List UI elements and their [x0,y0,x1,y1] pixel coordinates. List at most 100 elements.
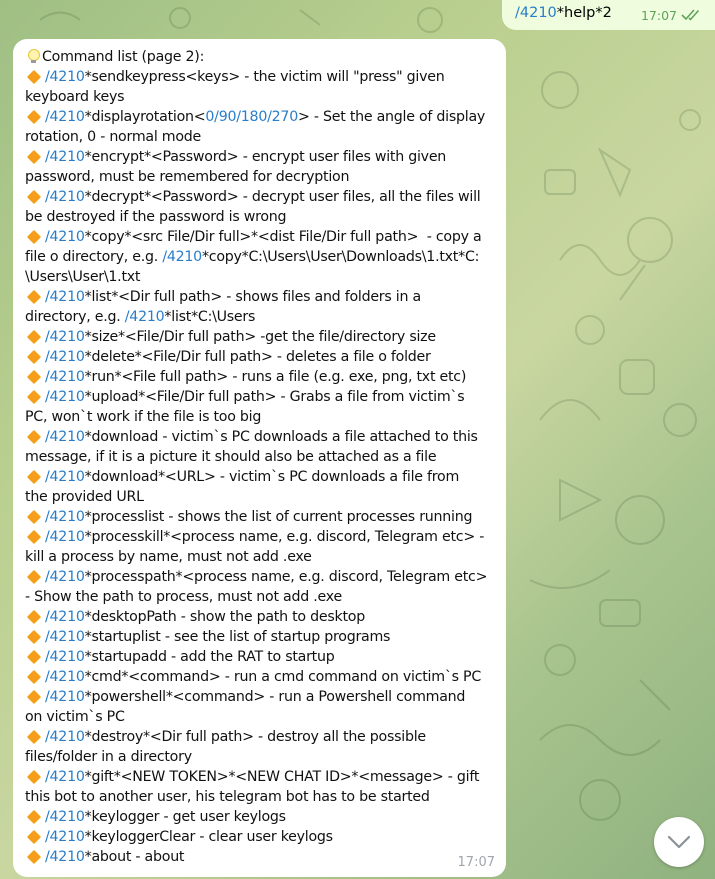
command-link[interactable]: /4210 [45,729,85,745]
command-link[interactable]: /4210 [45,469,85,485]
command-link[interactable]: /4210 [45,689,85,705]
outgoing-message-text: *help*2 [556,5,612,21]
message-text: *processlist - shows the list of current… [84,509,473,525]
message-text: - Show the path to process, must not add… [25,589,342,605]
message-line: - Show the path to process, must not add… [25,587,498,607]
command-link[interactable]: /4210 [45,69,85,85]
message-line: /4210*decrypt*<Password> - decrypt user … [25,187,498,207]
message-line: /4210*gift*<NEW TOKEN>*<NEW CHAT ID>*<me… [25,767,498,787]
message-line: /4210*cmd*<command> - run a cmd command … [25,667,498,687]
command-link[interactable]: /4210 [45,669,85,685]
message-line: /4210*copy*<src File/Dir full>*<dist Fil… [25,227,498,247]
message-line: on victim`s PC [25,707,498,727]
orange-diamond-icon [26,529,42,544]
orange-diamond-icon [26,229,42,244]
command-link[interactable]: /4210 [45,429,85,445]
message-text: *cmd*<command> - run a cmd command on vi… [84,669,482,685]
message-text: on victim`s PC [25,709,125,725]
message-line: /4210*processlist - shows the list of cu… [25,507,498,527]
command-link[interactable]: /4210 [45,189,85,205]
orange-diamond-icon [26,809,42,824]
incoming-time: 17:07 [457,855,495,870]
scroll-down-button[interactable] [654,817,704,867]
incoming-message: Command list (page 2):/4210*sendkeypress… [13,39,506,877]
command-link[interactable]: /4210 [515,5,557,21]
orange-diamond-icon [26,649,42,664]
command-link[interactable]: /4210 [45,809,85,825]
command-link[interactable]: /4210 [45,649,85,665]
chevron-down-icon [667,835,691,849]
message-text: *copy*C:\Users\User\Downloads\1.txt*C: [201,249,480,265]
message-text: *list*C:\Users [164,309,256,325]
message-line: rotation, 0 - normal mode [25,127,498,147]
message-line: directory, e.g. /4210*list*C:\Users [25,307,498,327]
message-line: be destroyed if the password is wrong [25,207,498,227]
command-link[interactable]: /4210 [45,369,85,385]
message-line: the provided URL [25,487,498,507]
message-text: this bot to another user, his telegram b… [25,789,430,805]
message-line: /4210*run*<File full path> - runs a file… [25,367,498,387]
message-line: PC, won`t work if the file is too big [25,407,498,427]
message-line: /4210*about - about [25,847,498,867]
command-link[interactable]: /4210 [45,349,85,365]
command-link[interactable]: /4210 [162,249,202,265]
orange-diamond-icon [26,569,42,584]
message-text: *upload*<File/Dir full path> - Grabs a f… [84,389,465,405]
message-line: /4210*processkill*<process name, e.g. di… [25,527,498,547]
message-text: *destroy*<Dir full path> - destroy all t… [84,729,427,745]
command-list: Command list (page 2):/4210*sendkeypress… [25,47,498,867]
orange-diamond-icon [26,149,42,164]
message-text: *run*<File full path> - runs a file (e.g… [84,369,467,385]
command-link[interactable]: /4210 [45,849,85,865]
message-text: *gift*<NEW TOKEN>*<NEW CHAT ID>*<message… [84,769,480,785]
message-text: *keyloggerClear - clear user keylogs [84,829,333,845]
command-link[interactable]: /4210 [45,769,85,785]
orange-diamond-icon [26,349,42,364]
orange-diamond-icon [26,669,42,684]
command-link[interactable]: /4210 [45,229,85,245]
command-link[interactable]: /4210 [45,509,85,525]
command-link[interactable]: /4210 [45,529,85,545]
message-line: /4210*processpath*<process name, e.g. di… [25,567,498,587]
message-line: /4210*list*<Dir full path> - shows files… [25,287,498,307]
command-link[interactable]: /4210 [45,389,85,405]
orange-diamond-icon [26,729,42,744]
message-line: /4210*download*<URL> - victim`s PC downl… [25,467,498,487]
message-line: kill a process by name, must not add .ex… [25,547,498,567]
command-link[interactable]: /4210 [125,309,165,325]
orange-diamond-icon [26,289,42,304]
command-link[interactable]: /4210 [45,629,85,645]
message-text: *startupadd - add the RAT to startup [84,649,335,665]
orange-diamond-icon [26,109,42,124]
message-text: kill a process by name, must not add .ex… [25,549,312,565]
message-text: *download*<URL> - victim`s PC downloads … [84,469,460,485]
command-link[interactable]: /4210 [45,569,85,585]
message-line: message, if it is a picture it should al… [25,447,498,467]
message-text: *processpath*<process name, e.g. discord… [84,569,488,585]
message-text: *delete*<File/Dir full path> - deletes a… [84,349,431,365]
message-line: /4210*startupadd - add the RAT to startu… [25,647,498,667]
command-link[interactable]: /4210 [45,609,85,625]
orange-diamond-icon [26,189,42,204]
message-line: /4210*sendkeypress<keys> - the victim wi… [25,67,498,87]
command-link[interactable]: /4210 [45,329,85,345]
message-line: file o directory, e.g. /4210*copy*C:\Use… [25,247,498,267]
message-text: *decrypt*<Password> - decrypt user files… [84,189,481,205]
message-line: /4210*destroy*<Dir full path> - destroy … [25,727,498,747]
message-text: > - Set the angle of display [297,109,486,125]
orange-diamond-icon [26,469,42,484]
message-text: *powershell*<command> - run a Powershell… [84,689,466,705]
double-check-icon [681,9,701,25]
command-link[interactable]: /4210 [45,829,85,845]
command-link[interactable]: /4210 [45,109,85,125]
message-line: password, must be remembered for decrypt… [25,167,498,187]
orange-diamond-icon [26,369,42,384]
message-text: *list*<Dir full path> - shows files and … [84,289,422,305]
command-link[interactable]: 0/90/180/270 [205,109,298,125]
message-text: *sendkeypress<keys> - the victim will "p… [84,69,445,85]
message-text: directory, e.g. [25,309,125,325]
command-link[interactable]: /4210 [45,149,85,165]
orange-diamond-icon [26,629,42,644]
message-text: *desktopPath - show the path to desktop [84,609,366,625]
command-link[interactable]: /4210 [45,289,85,305]
